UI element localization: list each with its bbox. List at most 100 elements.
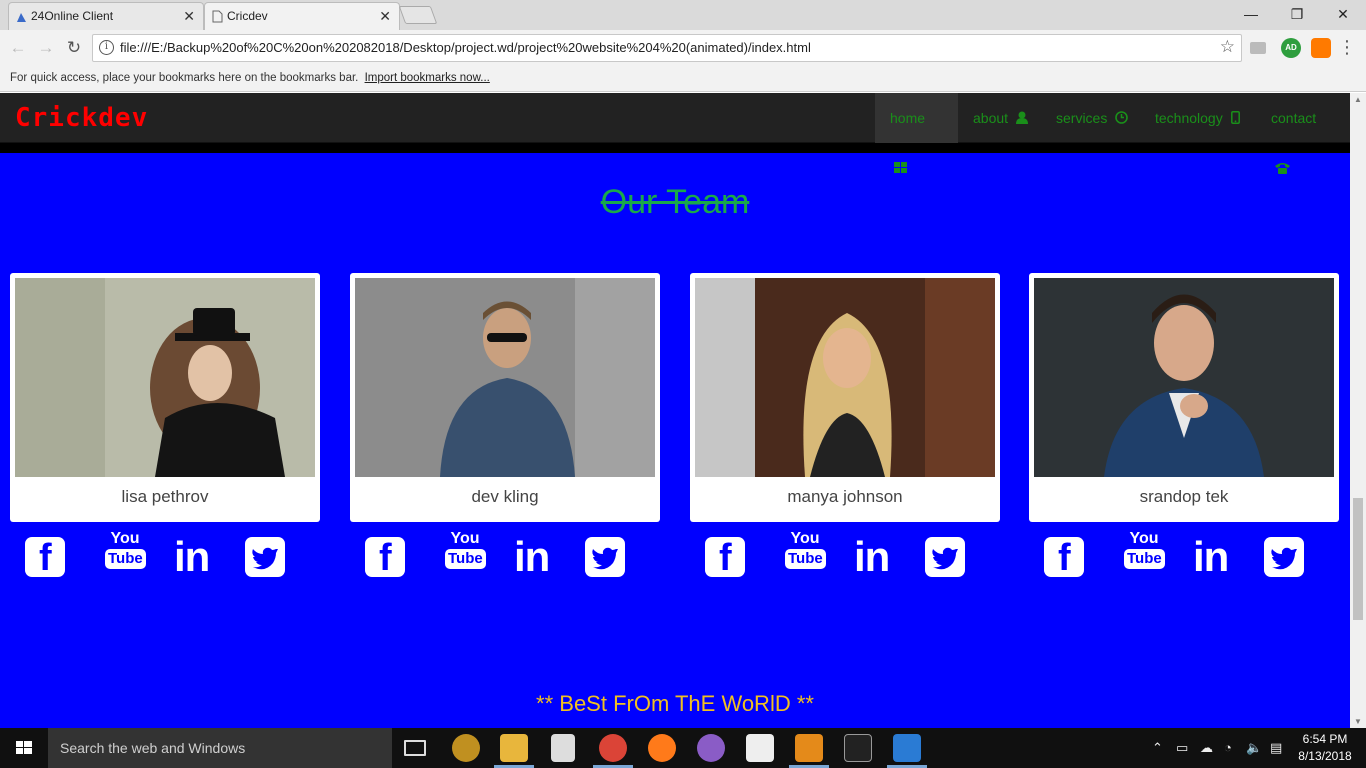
linkedin-glyph: in bbox=[174, 533, 210, 580]
start-button[interactable] bbox=[0, 728, 48, 768]
facebook-glyph: f bbox=[1058, 537, 1071, 579]
mail-icon[interactable] bbox=[746, 734, 774, 762]
nav-contact[interactable]: contact bbox=[1256, 93, 1350, 174]
extension-icon[interactable] bbox=[1311, 38, 1331, 58]
nav-label: contact bbox=[1271, 110, 1317, 126]
linkedin-icon[interactable]: in bbox=[174, 536, 214, 578]
menu-dots-icon[interactable]: ⋮ bbox=[1338, 37, 1356, 57]
action-center-icon[interactable]: ▤ bbox=[1270, 728, 1282, 768]
team-card: srandop tek bbox=[1029, 273, 1339, 522]
sublime-text-icon[interactable] bbox=[795, 734, 823, 762]
chrome-icon[interactable] bbox=[599, 734, 627, 762]
browser-app-icon[interactable] bbox=[452, 734, 480, 762]
youtube-tube: Tube bbox=[785, 549, 826, 569]
linkedin-glyph: in bbox=[854, 533, 890, 580]
member-name: manya johnson bbox=[787, 487, 903, 506]
page-scrollbar[interactable]: ▲ ▼ bbox=[1350, 93, 1366, 728]
close-tab-icon[interactable]: ✕ bbox=[379, 3, 391, 29]
address-bar[interactable]: i file:///E:/Backup%20of%20C%20on%202082… bbox=[92, 34, 1242, 62]
nav-services[interactable]: services bbox=[1041, 93, 1143, 143]
team-photo bbox=[695, 278, 995, 477]
reload-icon[interactable]: ↻ bbox=[62, 36, 86, 60]
youtube-you: You bbox=[110, 530, 140, 547]
social-links: f You Tube in bbox=[350, 531, 660, 581]
url-text[interactable]: file:///E:/Backup%20of%20C%20on%20208201… bbox=[120, 35, 811, 61]
taskbar-search[interactable]: Search the web and Windows bbox=[48, 728, 392, 768]
tab-24online[interactable]: 24Online Client ✕ bbox=[8, 2, 204, 30]
vscode-icon[interactable] bbox=[893, 734, 921, 762]
nav-label: services bbox=[1056, 110, 1108, 126]
tab-cricdev[interactable]: Cricdev ✕ bbox=[204, 2, 400, 30]
team-photo bbox=[1034, 278, 1334, 477]
team-card: dev kling bbox=[350, 273, 660, 522]
minimize-icon[interactable]: — bbox=[1228, 0, 1274, 28]
scroll-down-icon[interactable]: ▼ bbox=[1350, 717, 1366, 726]
scrollbar-thumb[interactable] bbox=[1353, 498, 1363, 620]
site-navbar: Crickdev home about services technology … bbox=[0, 93, 1350, 174]
extension-badge[interactable]: AD bbox=[1281, 38, 1301, 58]
facebook-icon[interactable]: f bbox=[705, 537, 745, 578]
clock-icon bbox=[1115, 111, 1129, 124]
battery-icon[interactable]: ▭ bbox=[1176, 728, 1188, 768]
document-icon bbox=[212, 10, 223, 23]
mobile-icon bbox=[1230, 111, 1240, 124]
close-window-icon[interactable]: ✕ bbox=[1320, 0, 1366, 28]
github-desktop-icon[interactable] bbox=[697, 734, 725, 762]
nav-about[interactable]: about bbox=[958, 93, 1043, 143]
command-prompt-icon[interactable] bbox=[844, 734, 872, 762]
team-photo bbox=[15, 278, 315, 477]
facebook-icon[interactable]: f bbox=[25, 537, 65, 578]
import-bookmarks-link[interactable]: Import bookmarks now... bbox=[365, 72, 490, 84]
info-icon[interactable]: i bbox=[99, 40, 114, 55]
close-tab-icon[interactable]: ✕ bbox=[183, 3, 195, 29]
file-explorer-icon[interactable] bbox=[500, 734, 528, 762]
nav-label: home bbox=[890, 110, 926, 126]
tagline: ** BeSt FrOm ThE WoRlD ** bbox=[536, 691, 814, 716]
nav-label: about bbox=[973, 110, 1009, 126]
nav-home[interactable]: home bbox=[875, 93, 958, 173]
site-brand[interactable]: Crickdev bbox=[15, 103, 148, 133]
youtube-icon[interactable]: You Tube bbox=[445, 531, 486, 577]
new-tab-button[interactable] bbox=[398, 6, 438, 24]
back-arrow-icon[interactable]: ← bbox=[6, 36, 30, 60]
nav-technology[interactable]: technology bbox=[1140, 93, 1255, 143]
linkedin-glyph: in bbox=[514, 533, 550, 580]
social-links: f You Tube in bbox=[1029, 531, 1339, 581]
linkedin-icon[interactable]: in bbox=[514, 536, 554, 578]
member-name: dev kling bbox=[471, 487, 539, 506]
page-viewport: Crickdev home about services technology … bbox=[0, 93, 1366, 728]
scroll-up-icon[interactable]: ▲ bbox=[1350, 95, 1366, 104]
twitter-icon[interactable] bbox=[245, 537, 285, 577]
windows-taskbar: Search the web and Windows ⌃ ▭ ☁ ◔ 🔈 ▤ 6… bbox=[0, 728, 1366, 768]
cloud-icon[interactable]: ☁ bbox=[1200, 728, 1213, 768]
firefox-icon[interactable] bbox=[648, 734, 676, 762]
wifi-icon[interactable]: ◔ bbox=[1224, 728, 1232, 768]
twitter-icon[interactable] bbox=[925, 537, 965, 577]
youtube-icon[interactable]: You Tube bbox=[1124, 531, 1165, 577]
youtube-tube: Tube bbox=[1124, 549, 1165, 569]
facebook-icon[interactable]: f bbox=[365, 537, 405, 578]
nav-label: technology bbox=[1155, 110, 1223, 126]
user-icon bbox=[1015, 111, 1028, 124]
grid-icon bbox=[894, 162, 907, 173]
twitter-icon[interactable] bbox=[585, 537, 625, 577]
restore-icon[interactable]: ❐ bbox=[1274, 0, 1320, 28]
youtube-icon[interactable]: You Tube bbox=[785, 531, 826, 577]
twitter-icon[interactable] bbox=[1264, 537, 1304, 577]
task-view-icon[interactable] bbox=[404, 740, 426, 756]
youtube-you: You bbox=[790, 530, 820, 547]
bookmark-star-icon[interactable]: ☆ bbox=[1220, 37, 1235, 57]
chevron-up-icon[interactable]: ⌃ bbox=[1152, 728, 1163, 768]
forward-arrow-icon[interactable]: → bbox=[34, 36, 58, 60]
camera-icon[interactable] bbox=[1250, 42, 1266, 54]
facebook-icon[interactable]: f bbox=[1044, 537, 1084, 579]
linkedin-icon[interactable]: in bbox=[854, 536, 894, 578]
store-icon[interactable] bbox=[551, 734, 575, 762]
volume-icon[interactable]: 🔈 bbox=[1246, 728, 1262, 768]
linkedin-icon[interactable]: in bbox=[1193, 536, 1233, 578]
team-card: lisa pethrov bbox=[10, 273, 320, 522]
clock-time: 6:54 PM bbox=[1302, 732, 1348, 746]
youtube-icon[interactable]: You Tube bbox=[105, 531, 146, 577]
youtube-tube: Tube bbox=[105, 549, 146, 569]
system-clock[interactable]: 6:54 PM 8/13/2018 bbox=[1296, 731, 1354, 765]
